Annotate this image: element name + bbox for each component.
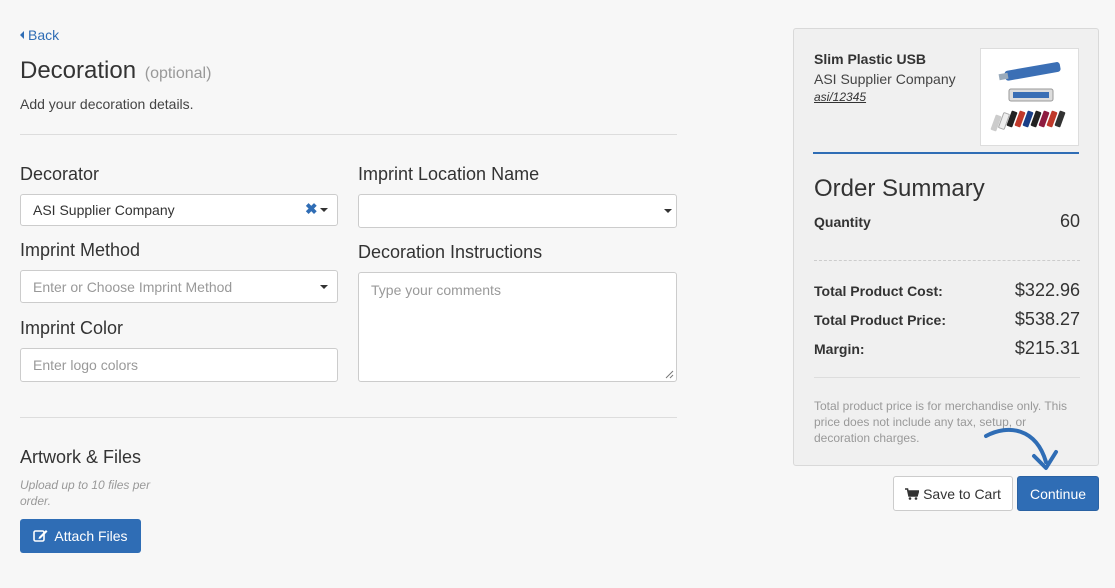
- quantity-value: 60: [1059, 211, 1080, 231]
- edit-icon: [33, 530, 48, 542]
- decorator-select[interactable]: ASI Supplier Company ✖: [20, 194, 338, 226]
- optional-label: (optional): [144, 65, 212, 82]
- chevron-down-icon[interactable]: [664, 209, 672, 213]
- continue-label: Continue: [1029, 485, 1087, 502]
- save-to-cart-button[interactable]: Save to Cart: [893, 476, 1013, 511]
- attach-files-button[interactable]: Attach Files: [20, 519, 141, 553]
- imprint-color-placeholder: Enter logo colors: [33, 357, 139, 373]
- summary-divider: [813, 152, 1079, 154]
- imprint-method-placeholder: Enter or Choose Imprint Method: [33, 278, 233, 295]
- order-summary-panel: Slim Plastic USB ASI Supplier Company as…: [793, 28, 1099, 466]
- decoration-instructions-textarea[interactable]: Type your comments: [358, 272, 677, 382]
- total-price-row: Total Product Price: $538.27: [814, 309, 1080, 330]
- total-cost-value: $322.96: [1014, 280, 1080, 300]
- quantity-label: Quantity: [814, 214, 871, 230]
- divider: [814, 377, 1080, 378]
- curved-arrow-icon: [984, 427, 1058, 470]
- imprint-method-select[interactable]: Enter or Choose Imprint Method: [20, 270, 338, 303]
- page-title: Decoration (optional): [20, 57, 211, 85]
- margin-row: Margin: $215.31: [814, 338, 1080, 359]
- chevron-down-icon[interactable]: [320, 208, 328, 212]
- total-cost-row: Total Product Cost: $322.96: [814, 280, 1080, 301]
- cart-icon: [905, 487, 920, 500]
- page-title-text: Decoration: [20, 57, 137, 84]
- order-summary-title: Order Summary: [814, 175, 985, 202]
- product-name: Slim Plastic USB: [814, 51, 927, 67]
- imprint-location-label: Imprint Location Name: [358, 164, 540, 184]
- imprint-location-select[interactable]: [358, 194, 677, 228]
- total-cost-label: Total Product Cost:: [814, 283, 943, 299]
- imprint-color-label: Imprint Color: [20, 318, 124, 338]
- total-price-value: $538.27: [1014, 309, 1080, 329]
- product-id-link[interactable]: asi/12345: [814, 90, 866, 104]
- chevron-down-icon[interactable]: [320, 285, 328, 289]
- divider: [20, 134, 677, 135]
- artwork-note: Upload up to 10 files per order.: [20, 478, 151, 508]
- product-supplier: ASI Supplier Company: [814, 71, 956, 87]
- usb-product-image-icon: [990, 62, 1066, 132]
- margin-label: Margin:: [814, 341, 865, 357]
- back-link[interactable]: Back: [20, 27, 59, 43]
- page-subtitle: Add your decoration details.: [20, 96, 194, 112]
- clear-icon[interactable]: ✖: [305, 200, 318, 218]
- decoration-instructions-placeholder: Type your comments: [371, 282, 501, 298]
- attach-files-label: Attach Files: [54, 528, 128, 544]
- continue-button[interactable]: Continue: [1017, 476, 1099, 511]
- imprint-method-label: Imprint Method: [20, 240, 141, 260]
- decorator-label: Decorator: [20, 164, 100, 184]
- save-to-cart-label: Save to Cart: [923, 485, 1001, 502]
- artwork-title: Artwork & Files: [20, 447, 142, 467]
- margin-value: $215.31: [1014, 338, 1080, 358]
- imprint-color-input[interactable]: Enter logo colors: [20, 348, 338, 382]
- decoration-instructions-label: Decoration Instructions: [358, 242, 543, 262]
- dashed-divider: [814, 260, 1080, 261]
- caret-left-icon: [20, 31, 24, 39]
- product-thumbnail: [980, 48, 1079, 146]
- decorator-value: ASI Supplier Company: [33, 202, 175, 218]
- back-label: Back: [28, 27, 60, 43]
- divider: [20, 417, 677, 418]
- total-price-label: Total Product Price:: [814, 312, 946, 328]
- resize-handle-icon[interactable]: [665, 370, 674, 379]
- quantity-row: Quantity 60: [814, 211, 1080, 232]
